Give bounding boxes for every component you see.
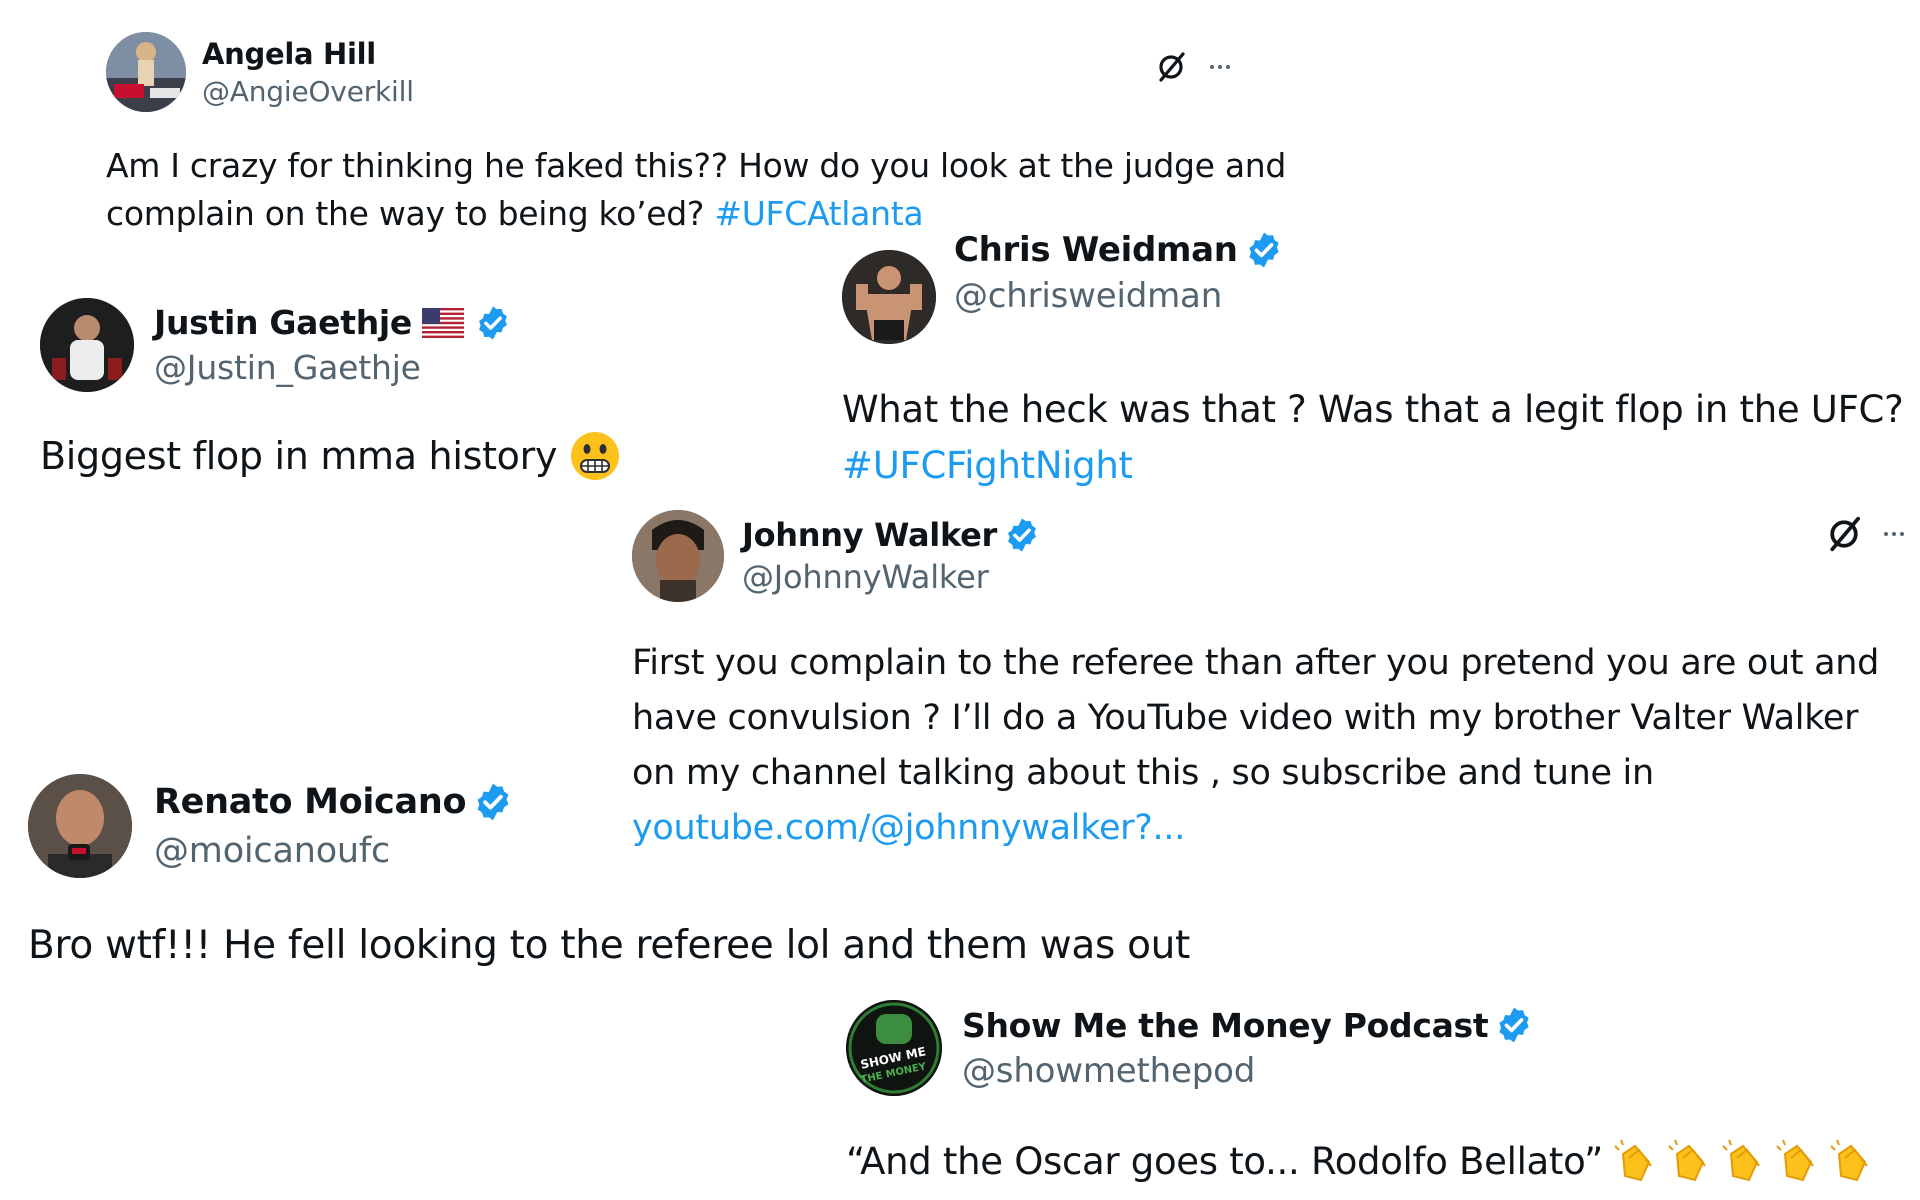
display-name[interactable]: Angela Hill <box>202 37 376 71</box>
clap-row <box>1607 1136 1877 1188</box>
tweet-header: Renato Moicano @moicanoufc <box>28 774 1328 878</box>
more-icon[interactable] <box>1210 65 1234 69</box>
author-block: Angela Hill @AngieOverkill <box>202 37 414 108</box>
tweet-angela-hill: Angela Hill @AngieOverkill Am I crazy fo… <box>106 32 1286 233</box>
handle[interactable]: @JohnnyWalker <box>742 558 1041 596</box>
avatar[interactable] <box>28 774 132 878</box>
grok-icon[interactable] <box>1824 514 1864 554</box>
avatar[interactable] <box>632 510 724 602</box>
tweet-renato-moicano: Renato Moicano @moicanoufc Bro wtf!!! He… <box>28 774 1328 974</box>
grok-icon[interactable] <box>1154 50 1188 84</box>
tweet-text: Am I crazy for thinking he faked this?? … <box>106 142 1286 238</box>
author-block: Justin Gaethje @Justin_Gaethje <box>154 303 512 387</box>
clapping-hands-icon <box>1614 1139 1652 1182</box>
tweet-text: Bro wtf!!! He fell looking to the refere… <box>28 918 1190 974</box>
tweet-text: Biggest flop in mma history <box>40 428 621 484</box>
tweet-text-line: First you complain to the referee than a… <box>632 643 1880 683</box>
handle[interactable]: @AngieOverkill <box>202 75 414 108</box>
author-block: Renato Moicano @moicanoufc <box>154 781 514 871</box>
tweet-actions <box>1824 514 1908 554</box>
tweet-text-line: Am I crazy for thinking he faked this?? … <box>106 146 1287 185</box>
tweet-actions <box>1154 50 1234 84</box>
verified-badge-icon <box>1499 1007 1530 1043</box>
clapping-hands-icon <box>1830 1139 1868 1182</box>
clapping-hands-icon <box>1722 1139 1760 1182</box>
name-row: Show Me the Money Podcast <box>962 1005 1534 1045</box>
handle[interactable]: @showmethepod <box>962 1051 1534 1091</box>
verified-badge-icon <box>479 305 507 340</box>
name-row: Renato Moicano <box>154 781 514 823</box>
grimacing-face-icon <box>571 432 620 480</box>
name-row: Justin Gaethje <box>154 303 512 342</box>
display-name[interactable]: Justin Gaethje <box>154 303 412 342</box>
tweet-text: “And the Oscar goes to... Rodolfo Bellat… <box>846 1132 1877 1192</box>
author-block: Chris Weidman @chrisweidman <box>954 230 1284 316</box>
tweet-text-line: What the heck was that ? Was that a legi… <box>842 388 1904 431</box>
display-name[interactable]: Show Me the Money Podcast <box>962 1006 1489 1045</box>
verified-badge-icon <box>1008 518 1036 552</box>
us-flag-icon <box>421 307 464 338</box>
avatar[interactable] <box>842 250 936 344</box>
avatar[interactable]: SHOW ME THE MONEY <box>846 1000 942 1096</box>
tweet-chris-weidman: Chris Weidman @chrisweidman What the hec… <box>842 230 1912 490</box>
handle[interactable]: @Justin_Gaethje <box>154 348 512 387</box>
tweet-text-segment: complain on the way to being ko’ed? <box>106 194 705 233</box>
clapping-hands-icon <box>1668 1139 1706 1182</box>
name-row: Angela Hill <box>202 37 414 71</box>
more-icon[interactable] <box>1884 532 1908 536</box>
name-row: Johnny Walker <box>742 516 1041 554</box>
tweet-header: Johnny Walker @JohnnyWalker <box>632 510 1920 602</box>
handle[interactable]: @chrisweidman <box>954 276 1284 316</box>
author-block: Johnny Walker @JohnnyWalker <box>742 516 1041 596</box>
tweet-header: Justin Gaethje @Justin_Gaethje <box>40 298 660 392</box>
handle[interactable]: @moicanoufc <box>154 831 514 871</box>
tweet-text: What the heck was that ? Was that a legi… <box>842 382 1904 494</box>
tweet-header: Angela Hill @AngieOverkill <box>106 32 1246 112</box>
tweet-text-line: Bro wtf!!! He fell looking to the refere… <box>28 923 1191 968</box>
verified-badge-icon <box>1249 232 1279 268</box>
tweet-show-me-the-money: SHOW ME THE MONEY Show Me the Money Podc… <box>846 1000 1920 1200</box>
author-block: Show Me the Money Podcast @showmethepod <box>962 1005 1534 1091</box>
avatar[interactable] <box>106 32 186 112</box>
name-row: Chris Weidman <box>954 230 1284 270</box>
tweet-header: Chris Weidman @chrisweidman <box>842 230 1912 344</box>
tweet-header: SHOW ME THE MONEY Show Me the Money Podc… <box>846 1000 1920 1096</box>
display-name[interactable]: Johnny Walker <box>742 516 997 554</box>
avatar[interactable] <box>40 298 134 392</box>
hashtag-link[interactable]: #UFCAtlanta <box>714 194 923 233</box>
verified-badge-icon <box>477 783 509 821</box>
tweet-text-line: have convulsion ? I’ll do a YouTube vide… <box>632 698 1859 738</box>
tweet-text-segment: Biggest flop in mma history <box>40 434 558 478</box>
display-name[interactable]: Renato Moicano <box>154 782 466 822</box>
display-name[interactable]: Chris Weidman <box>954 230 1238 270</box>
tweet-text-segment: “And the Oscar goes to... Rodolfo Bellat… <box>846 1140 1604 1183</box>
tweet-justin-gaethje: Justin Gaethje @Justin_Gaethje Biggest f… <box>40 298 660 488</box>
clapping-hands-icon <box>1776 1139 1814 1182</box>
hashtag-link[interactable]: #UFCFightNight <box>842 438 1903 494</box>
